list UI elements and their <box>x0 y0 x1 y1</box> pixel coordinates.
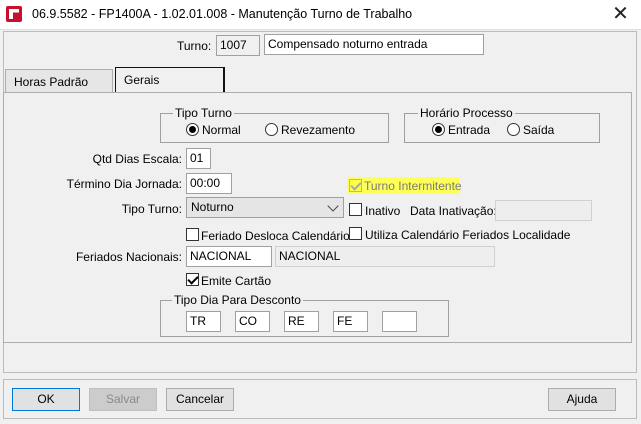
window-title: 06.9.5582 - FP1400A - 1.02.01.008 - Manu… <box>32 7 413 21</box>
tipo-turno-select-label: Tipo Turno: <box>121 202 182 216</box>
tab-gerais[interactable]: Gerais <box>115 67 225 93</box>
tipo-turno-select[interactable]: Noturno <box>186 197 344 218</box>
inativo-checkbox[interactable] <box>349 203 362 216</box>
turno-code-field: 1007 <box>216 35 260 56</box>
qtd-dias-escala-field[interactable]: 01 <box>186 148 211 169</box>
horario-processo-legend: Horário Processo <box>418 106 515 120</box>
radio-entrada-label: Entrada <box>448 123 491 137</box>
tipo-dia-desconto-field-4[interactable]: FE <box>333 311 368 332</box>
data-inativacao-label: Data Inativação: <box>410 204 497 218</box>
radio-saida-label: Saída <box>523 123 555 137</box>
close-window-button[interactable]: ✕ <box>600 0 641 30</box>
turno-intermitente-checkbox[interactable] <box>349 179 362 192</box>
title-bar: 06.9.5582 - FP1400A - 1.02.01.008 - Manu… <box>0 0 641 30</box>
tab-horas-padrao[interactable]: Horas Padrão <box>5 69 113 93</box>
save-button[interactable]: Salvar <box>89 388 157 411</box>
data-inativacao-field[interactable] <box>495 200 592 221</box>
termino-dia-jornada-label: Término Dia Jornada: <box>66 177 182 191</box>
qtd-dias-escala-label: Qtd Dias Escala: <box>92 152 182 166</box>
feriados-nacionais-description-field: NACIONAL <box>275 246 495 267</box>
tipo-dia-desconto-legend: Tipo Dia Para Desconto <box>172 293 303 307</box>
ok-button[interactable]: OK <box>12 388 80 411</box>
termino-dia-jornada-field[interactable]: 00:00 <box>186 173 232 194</box>
emite-cartao-label: Emite Cartão <box>201 274 272 288</box>
help-button[interactable]: Ajuda <box>548 388 616 411</box>
tipo-turno-legend: Tipo Turno <box>173 106 234 120</box>
tipo-turno-select-value: Noturno <box>191 200 234 214</box>
turno-label: Turno: <box>177 39 212 53</box>
turno-description-field[interactable]: Compensado noturno entrada <box>264 34 484 55</box>
radio-revezamento-label: Revezamento <box>281 123 356 137</box>
radio-normal[interactable] <box>186 123 199 136</box>
radio-entrada[interactable] <box>432 123 445 136</box>
turno-intermitente-label: Turno Intermitente <box>364 179 462 193</box>
tipo-dia-desconto-field-2[interactable]: CO <box>235 311 270 332</box>
inativo-label: Inativo <box>365 204 401 218</box>
radio-saida[interactable] <box>507 123 520 136</box>
radio-normal-label: Normal <box>202 123 241 137</box>
tipo-dia-desconto-field-1[interactable]: TR <box>186 311 221 332</box>
cancel-button[interactable]: Cancelar <box>166 388 234 411</box>
feriados-nacionais-code-field[interactable]: NACIONAL <box>186 246 272 267</box>
feriado-desloca-checkbox[interactable] <box>186 228 199 241</box>
tipo-dia-desconto-field-3[interactable]: RE <box>284 311 319 332</box>
tipo-dia-desconto-field-5[interactable] <box>382 311 417 332</box>
utiliza-calendario-checkbox[interactable] <box>349 227 362 240</box>
emite-cartao-checkbox[interactable] <box>186 273 199 286</box>
feriados-nacionais-label: Feriados Nacionais: <box>75 250 182 264</box>
utiliza-calendario-label: Utiliza Calendário Feriados Localidade <box>365 228 571 242</box>
radio-revezamento[interactable] <box>265 123 278 136</box>
feriado-desloca-label: Feriado Desloca Calendário <box>201 229 350 243</box>
app-logo-icon <box>6 6 22 22</box>
